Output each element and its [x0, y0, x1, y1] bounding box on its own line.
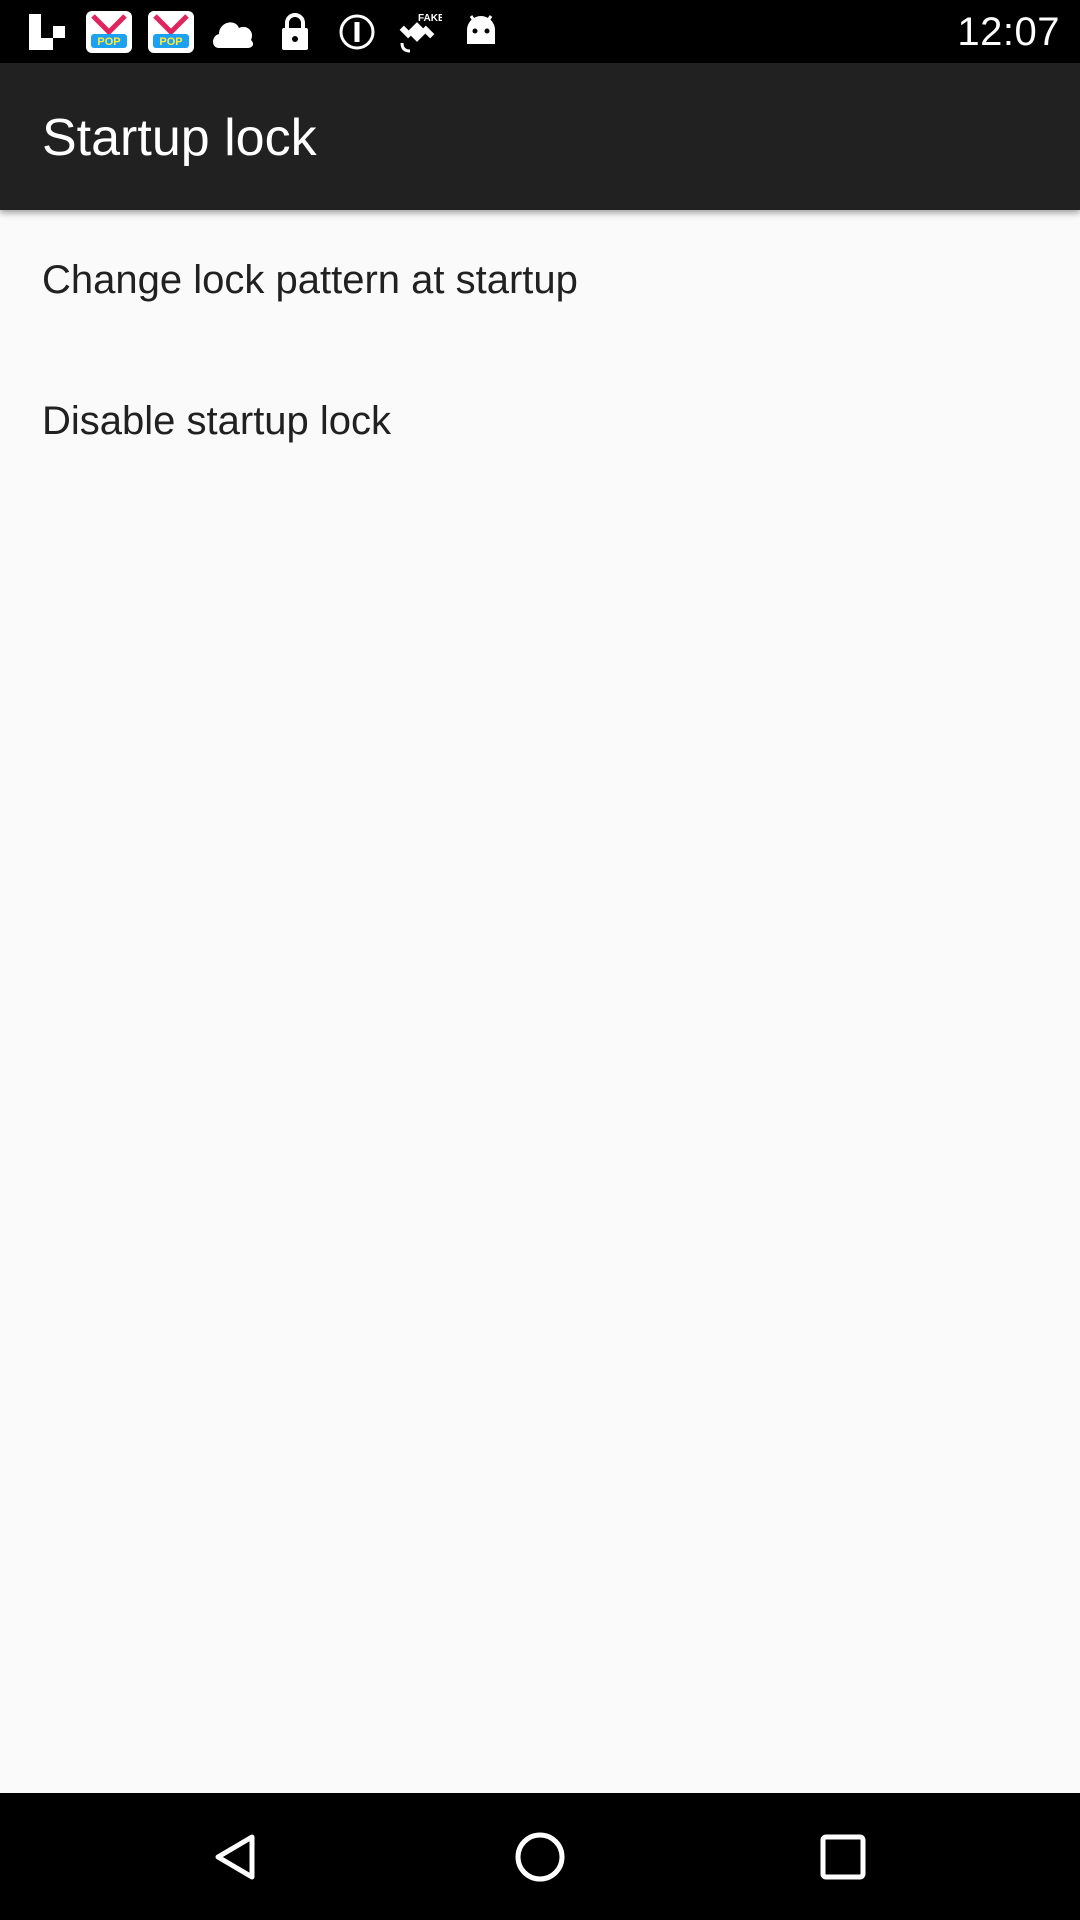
back-button[interactable]: [196, 1817, 276, 1897]
page-title: Startup lock: [42, 109, 317, 167]
list-item-label: Change lock pattern at startup: [42, 258, 578, 302]
notification-icons: POP POP FAKE: [22, 8, 506, 56]
recents-icon: [820, 1834, 866, 1880]
svg-text:FAKE: FAKE: [418, 13, 442, 24]
back-icon: [215, 1834, 255, 1880]
pop-app-icon: POP: [84, 8, 134, 56]
flipboard-icon: [22, 8, 72, 56]
navigation-bar: [0, 1793, 1080, 1920]
home-button[interactable]: [500, 1817, 580, 1897]
android-icon: [456, 8, 506, 56]
cloud-icon: [208, 8, 258, 56]
recents-button[interactable]: [803, 1817, 883, 1897]
change-lock-pattern-item[interactable]: Change lock pattern at startup: [0, 210, 1080, 351]
pop-app-icon: POP: [146, 8, 196, 56]
svg-text:POP: POP: [159, 36, 182, 48]
fake-gps-icon: FAKE: [394, 8, 444, 56]
list-item-label: Disable startup lock: [42, 399, 392, 443]
disable-startup-lock-item[interactable]: Disable startup lock: [0, 351, 1080, 492]
system-status: 12:07: [957, 8, 1060, 56]
screen: POP POP FAKE 12:07 Startup lock Change l…: [0, 0, 1080, 1920]
lock-icon: [270, 8, 320, 56]
settings-list: Change lock pattern at startup Disable s…: [0, 210, 1080, 1793]
info-circle-icon: [332, 8, 382, 56]
status-bar: POP POP FAKE 12:07: [0, 0, 1080, 63]
app-bar: Startup lock: [0, 63, 1080, 210]
clock: 12:07: [957, 9, 1060, 54]
home-icon: [515, 1832, 565, 1882]
svg-text:POP: POP: [97, 36, 120, 48]
